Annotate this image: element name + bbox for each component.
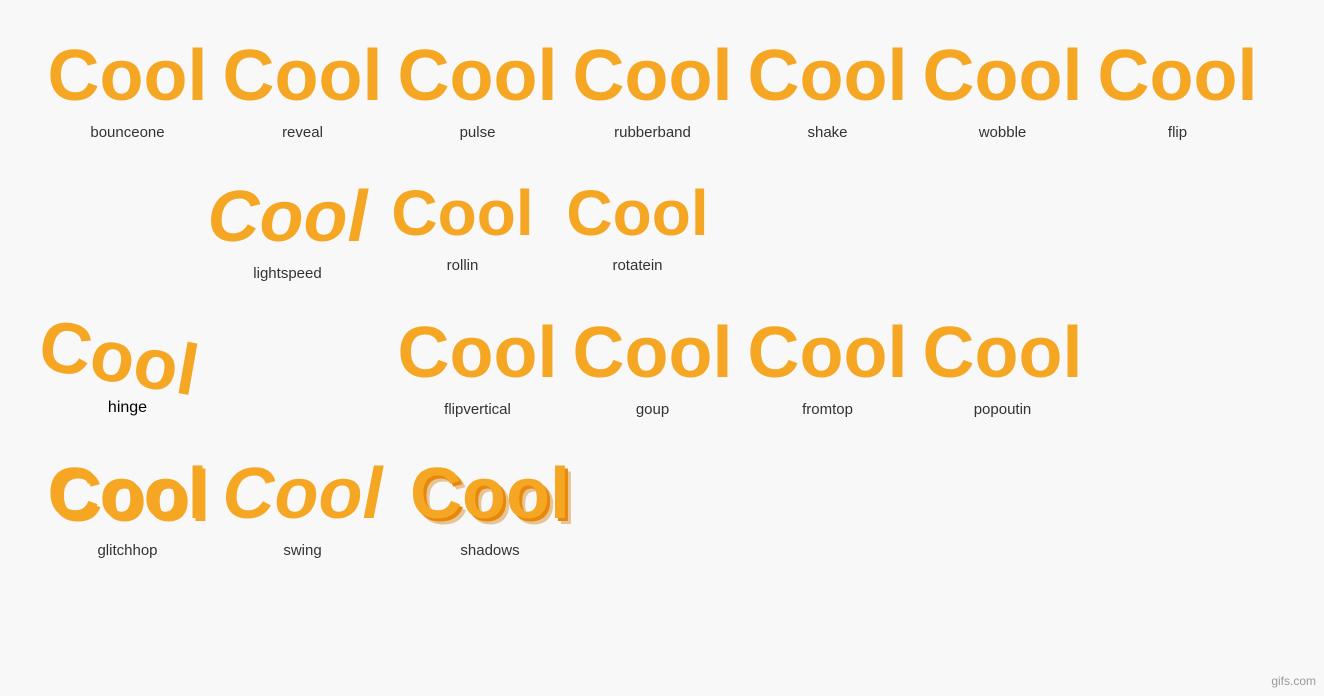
word-flip: Cool <box>1098 40 1258 112</box>
word-pulse: Cool <box>398 40 558 112</box>
word-glitchhop: Cool <box>48 458 208 530</box>
anim-rollin[interactable]: Cool rollin <box>375 171 550 284</box>
word-fromtop: Cool <box>748 317 908 389</box>
anim-reveal[interactable]: Cool reveal <box>215 30 390 151</box>
label-rubberband: rubberband <box>614 124 691 141</box>
anim-lightspeed[interactable]: Cool lightspeed <box>200 171 375 292</box>
watermark: gifs.com <box>1271 674 1316 688</box>
label-rollin: rollin <box>447 257 479 274</box>
anim-fromtop[interactable]: Cool fromtop <box>740 307 915 428</box>
anim-wobble[interactable]: Cool wobble <box>915 30 1090 151</box>
word-hinge: Cool <box>33 308 203 407</box>
row-1: Cool bounceone Cool reveal Cool pulse Co… <box>40 30 1284 151</box>
anim-glitchhop[interactable]: Cool glitchhop <box>40 448 215 569</box>
word-popoutin: Cool <box>923 317 1083 389</box>
hinge-word-wrap: Cool <box>48 299 208 399</box>
label-bounceone: bounceone <box>90 124 164 141</box>
word-rollin: Cool <box>391 181 533 245</box>
label-shadows: shadows <box>460 542 519 559</box>
label-swing: swing <box>283 542 321 559</box>
anim-goup[interactable]: Cool goup <box>565 307 740 428</box>
label-flip: flip <box>1168 124 1187 141</box>
label-shake: shake <box>807 124 847 141</box>
label-flipvertical: flipvertical <box>444 401 511 418</box>
word-shadows: Cool <box>410 458 570 530</box>
anim-pulse[interactable]: Cool pulse <box>390 30 565 151</box>
label-glitchhop: glitchhop <box>97 542 157 559</box>
anim-flip[interactable]: Cool flip <box>1090 30 1265 151</box>
anim-flipvertical[interactable]: Cool flipvertical <box>390 307 565 428</box>
anim-rubberband[interactable]: Cool rubberband <box>565 30 740 151</box>
label-goup: goup <box>636 401 669 418</box>
anim-rotatein[interactable]: Cool rotatein <box>550 171 725 284</box>
label-lightspeed: lightspeed <box>253 265 321 282</box>
row-4: Cool glitchhop Cool swing Cool shadows <box>40 448 1284 569</box>
word-rotatein: Cool <box>566 181 708 245</box>
word-wobble: Cool <box>923 40 1083 112</box>
label-wobble: wobble <box>979 124 1027 141</box>
word-flipvertical: Cool <box>398 317 558 389</box>
row-3: Cool hinge Cool gradientone Cool flipver… <box>40 307 1284 428</box>
label-popoutin: popoutin <box>974 401 1032 418</box>
animation-grid: Cool bounceone Cool reveal Cool pulse Co… <box>0 0 1324 599</box>
anim-hinge[interactable]: Cool hinge <box>40 289 215 427</box>
label-pulse: pulse <box>460 124 496 141</box>
label-fromtop: fromtop <box>802 401 853 418</box>
word-rubberband: Cool <box>573 40 733 112</box>
word-shake: Cool <box>748 40 908 112</box>
anim-swing[interactable]: Cool swing <box>215 448 390 569</box>
anim-shadows[interactable]: Cool shadows <box>390 448 590 569</box>
word-swing: Cool <box>223 458 383 530</box>
word-bounceone: Cool <box>48 40 208 112</box>
anim-shake[interactable]: Cool shake <box>740 30 915 151</box>
anim-popoutin[interactable]: Cool popoutin <box>915 307 1090 428</box>
anim-bounceone[interactable]: Cool bounceone <box>40 30 215 151</box>
row-2: Cool lightspeed Cool rollin Cool rotatei… <box>200 171 1284 292</box>
word-lightspeed: Cool <box>208 181 368 253</box>
label-rotatein: rotatein <box>612 257 662 274</box>
label-reveal: reveal <box>282 124 323 141</box>
word-reveal: Cool <box>223 40 383 112</box>
word-goup: Cool <box>573 317 733 389</box>
